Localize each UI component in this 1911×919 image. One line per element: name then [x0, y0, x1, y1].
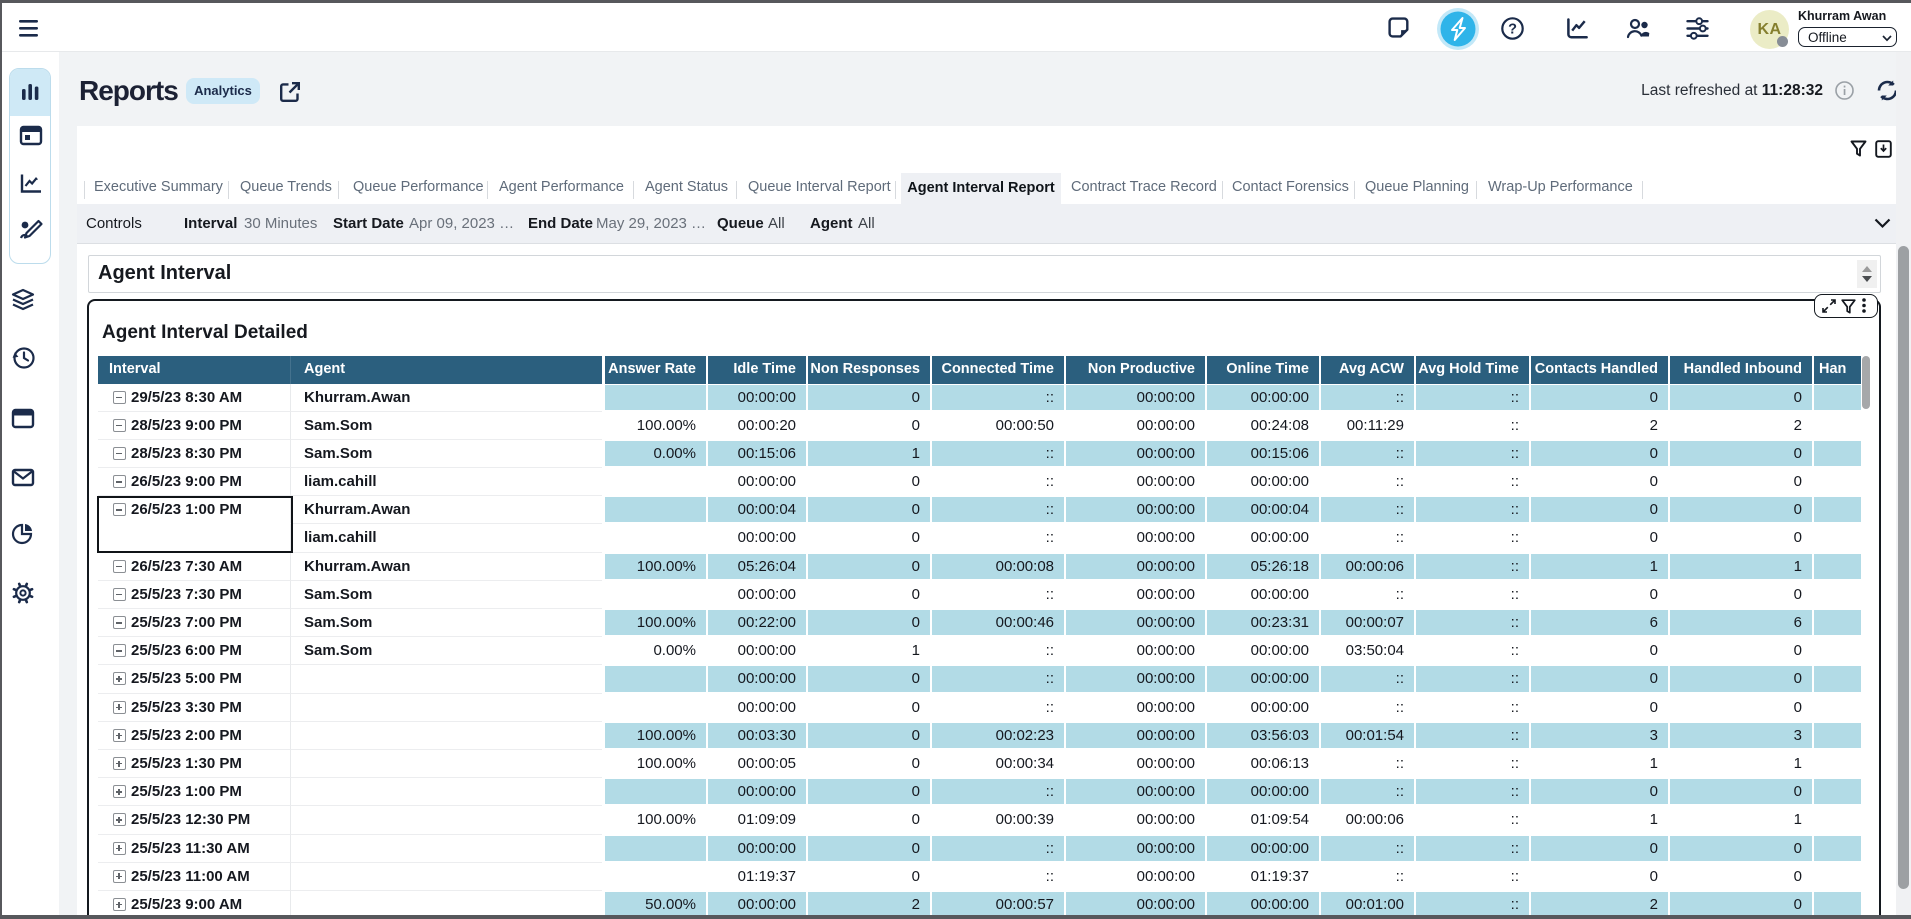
svg-text:?: ?	[1508, 22, 1517, 38]
